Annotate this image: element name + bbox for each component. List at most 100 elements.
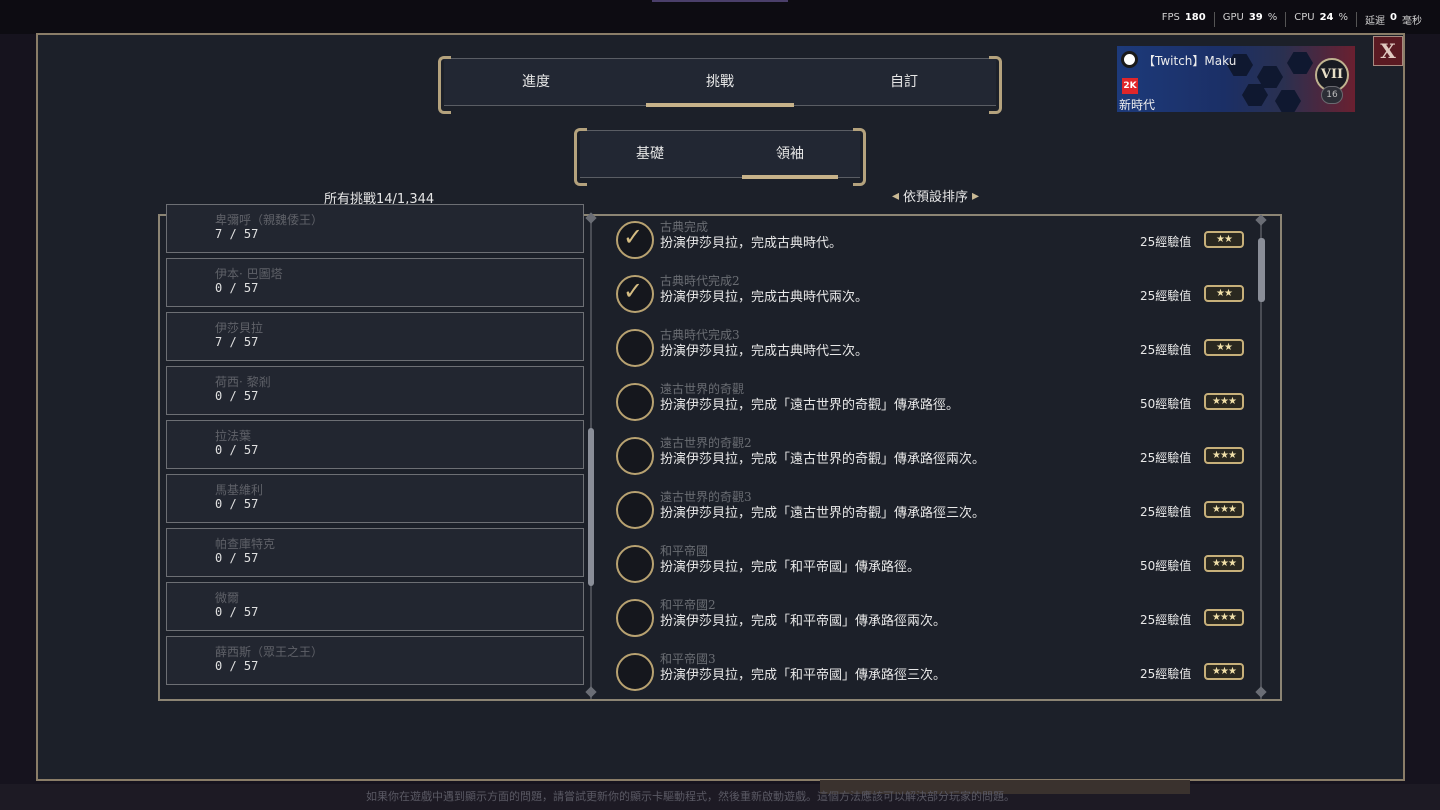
- sort-next-icon[interactable]: ▸: [972, 188, 979, 204]
- leader-row[interactable]: 伊莎貝拉 7 / 57: [166, 312, 584, 361]
- leader-row[interactable]: 卑彌呼（親魏倭王） 7 / 57: [166, 204, 584, 253]
- tab-challenges[interactable]: 挑戰: [645, 59, 795, 107]
- incomplete-circle-icon: [616, 491, 654, 529]
- difficulty-stars-icon: ★★★: [1204, 501, 1244, 518]
- 2k-badge-icon: 2K: [1122, 78, 1138, 94]
- challenge-description: 扮演伊莎貝拉，完成古典時代三次。: [660, 344, 869, 359]
- challenge-row[interactable]: 和平帝國2 扮演伊莎貝拉，完成「和平帝國」傳承路徑兩次。 25經驗值 ★★★: [612, 594, 1252, 648]
- cpu-label: CPU: [1294, 12, 1315, 23]
- challenge-row[interactable]: 遠古世界的奇觀3 扮演伊莎貝拉，完成「遠古世界的奇觀」傳承路徑三次。 25經驗值 ★★…: [612, 486, 1252, 540]
- challenge-row[interactable]: ✓ 古典時代完成2 扮演伊莎貝拉，完成古典時代兩次。 25經驗值 ★★: [612, 270, 1252, 324]
- perf-stats: FPS 180 GPU 39% CPU 24% 延遲 0 毫秒: [1154, 12, 1430, 27]
- leader-row[interactable]: 伊本· 巴圖塔 0 / 57: [166, 258, 584, 307]
- leader-scrollbar[interactable]: [588, 428, 594, 586]
- player-era: 新時代: [1119, 98, 1156, 112]
- leader-progress: 0 / 57: [215, 605, 259, 619]
- completed-check-icon: ✓: [616, 221, 654, 259]
- incomplete-circle-icon: [616, 653, 654, 691]
- difficulty-stars-icon: ★★: [1204, 231, 1244, 248]
- fps-label: FPS: [1161, 12, 1180, 23]
- leader-name: 薛西斯（眾王之王）: [215, 645, 324, 659]
- performance-overlay: FPS 180 GPU 39% CPU 24% 延遲 0 毫秒: [0, 0, 1440, 34]
- difficulty-stars-icon: ★★★: [1204, 447, 1244, 464]
- cpu-stat: CPU 24%: [1285, 12, 1356, 27]
- difficulty-stars-icon: ★★★: [1204, 393, 1244, 410]
- completed-check-icon: ✓: [616, 275, 654, 313]
- leader-name: 伊莎貝拉: [215, 321, 264, 335]
- challenge-xp: 25經驗值: [1140, 667, 1192, 681]
- leader-progress: 0 / 57: [215, 551, 259, 565]
- challenge-xp: 25經驗值: [1140, 235, 1192, 249]
- leader-progress: 7 / 57: [215, 335, 259, 349]
- leader-name: 荷西· 黎剎: [215, 375, 271, 389]
- leader-row[interactable]: 帕查庫特克 0 / 57: [166, 528, 584, 577]
- leader-row[interactable]: 拉法葉 0 / 57: [166, 420, 584, 469]
- incomplete-circle-icon: [616, 599, 654, 637]
- leader-progress: 0 / 57: [215, 497, 259, 511]
- leader-row[interactable]: 荷西· 黎剎 0 / 57: [166, 366, 584, 415]
- challenge-xp: 50經驗值: [1140, 397, 1192, 411]
- challenge-description: 扮演伊莎貝拉，完成古典時代。: [660, 236, 843, 251]
- fps-value: 180: [1184, 12, 1206, 23]
- cpu-value: 24: [1319, 12, 1334, 23]
- incomplete-circle-icon: [616, 437, 654, 475]
- player-profile-card[interactable]: 【Twitch】Maku 2K 新時代 VII 16: [1117, 46, 1355, 112]
- tab-progress[interactable]: 進度: [476, 59, 596, 105]
- close-button[interactable]: X: [1373, 36, 1403, 66]
- leader-row[interactable]: 馬基維利 0 / 57: [166, 474, 584, 523]
- sort-prev-icon[interactable]: ◂: [892, 188, 899, 204]
- challenge-row[interactable]: 遠古世界的奇觀2 扮演伊莎貝拉，完成「遠古世界的奇觀」傳承路徑兩次。 25經驗值 ★★…: [612, 432, 1252, 486]
- challenge-scrollbar[interactable]: [1258, 238, 1265, 302]
- tab-custom[interactable]: 自訂: [844, 59, 964, 105]
- challenge-row[interactable]: 遠古世界的奇觀 扮演伊莎貝拉，完成「遠古世界的奇觀」傳承路徑。 50經驗值 ★★★: [612, 378, 1252, 432]
- sub-tab-bar: 基礎 領袖: [574, 128, 866, 186]
- latency-unit: 毫秒: [1402, 16, 1422, 27]
- leader-row[interactable]: 薛西斯（眾王之王） 0 / 57: [166, 636, 584, 685]
- leader-row[interactable]: 微爾 0 / 57: [166, 582, 584, 631]
- player-name: 【Twitch】Maku: [1143, 54, 1237, 68]
- gpu-percent: %: [1267, 12, 1278, 23]
- challenge-xp: 25經驗值: [1140, 613, 1192, 627]
- challenge-list: ✓ 古典完成 扮演伊莎貝拉，完成古典時代。 25經驗值 ★★ ✓ 古典時代完成2 扮演伊莎貝拉…: [612, 216, 1252, 702]
- fps-stat: FPS 180: [1154, 12, 1214, 27]
- challenge-xp: 50經驗值: [1140, 559, 1192, 573]
- challenge-row[interactable]: 和平帝國 扮演伊莎貝拉，完成「和平帝國」傳承路徑。 50經驗值 ★★★: [612, 540, 1252, 594]
- incomplete-circle-icon: [616, 545, 654, 583]
- incomplete-circle-icon: [616, 329, 654, 367]
- main-tab-bar: 進度 挑戰 自訂: [438, 56, 1002, 114]
- difficulty-stars-icon: ★★: [1204, 339, 1244, 356]
- leader-name: 伊本· 巴圖塔: [215, 267, 283, 281]
- challenge-row[interactable]: 和平帝國3 扮演伊莎貝拉，完成「和平帝國」傳承路徑三次。 25經驗值 ★★★: [612, 648, 1252, 702]
- gpu-value: 39: [1248, 12, 1263, 23]
- tab-leaders[interactable]: 領袖: [730, 131, 850, 179]
- leader-progress: 0 / 57: [215, 281, 259, 295]
- leader-progress: 0 / 57: [215, 659, 259, 673]
- challenge-row[interactable]: ✓ 古典完成 扮演伊莎貝拉，完成古典時代。 25經驗值 ★★: [612, 216, 1252, 270]
- leader-list: 卑彌呼（親魏倭王） 7 / 57 伊本· 巴圖塔 0 / 57 伊莎貝拉 7 / 57 荷西…: [166, 204, 584, 690]
- sort-selector[interactable]: ◂ 依預設排序 ▸: [892, 186, 979, 206]
- leader-name: 卑彌呼（親魏倭王）: [215, 213, 324, 227]
- challenge-xp: 25經驗值: [1140, 505, 1192, 519]
- challenge-xp: 25經驗值: [1140, 451, 1192, 465]
- challenge-row[interactable]: 古典時代完成3 扮演伊莎貝拉，完成古典時代三次。 25經驗值 ★★: [612, 324, 1252, 378]
- gpu-stat: GPU 39%: [1213, 12, 1286, 27]
- top-notch: [652, 0, 788, 2]
- challenge-description: 扮演伊莎貝拉，完成古典時代兩次。: [660, 290, 869, 305]
- challenge-description: 扮演伊莎貝拉，完成「和平帝國」傳承路徑。: [660, 560, 921, 575]
- footer-hint: 如果你在遊戲中遇到顯示方面的問題，請嘗試更新你的顯示卡驅動程式，然後重新啟動遊戲…: [366, 790, 1015, 803]
- difficulty-stars-icon: ★★★: [1204, 609, 1244, 626]
- difficulty-stars-icon: ★★: [1204, 285, 1244, 302]
- challenge-description: 扮演伊莎貝拉，完成「和平帝國」傳承路徑兩次。: [660, 614, 947, 629]
- leader-progress: 0 / 57: [215, 443, 259, 457]
- sort-label: 依預設排序: [903, 190, 969, 205]
- challenge-xp: 25經驗值: [1140, 343, 1192, 357]
- challenge-description: 扮演伊莎貝拉，完成「遠古世界的奇觀」傳承路徑。: [660, 398, 960, 413]
- tab-basic[interactable]: 基礎: [590, 131, 710, 177]
- incomplete-circle-icon: [616, 383, 654, 421]
- leader-name: 帕查庫特克: [215, 537, 276, 551]
- latency-stat: 延遲 0 毫秒: [1356, 12, 1430, 27]
- challenge-description: 扮演伊莎貝拉，完成「遠古世界的奇觀」傳承路徑兩次。: [660, 452, 986, 467]
- leader-name: 馬基維利: [215, 483, 264, 497]
- gpu-label: GPU: [1222, 12, 1244, 23]
- challenge-xp: 25經驗值: [1140, 289, 1192, 303]
